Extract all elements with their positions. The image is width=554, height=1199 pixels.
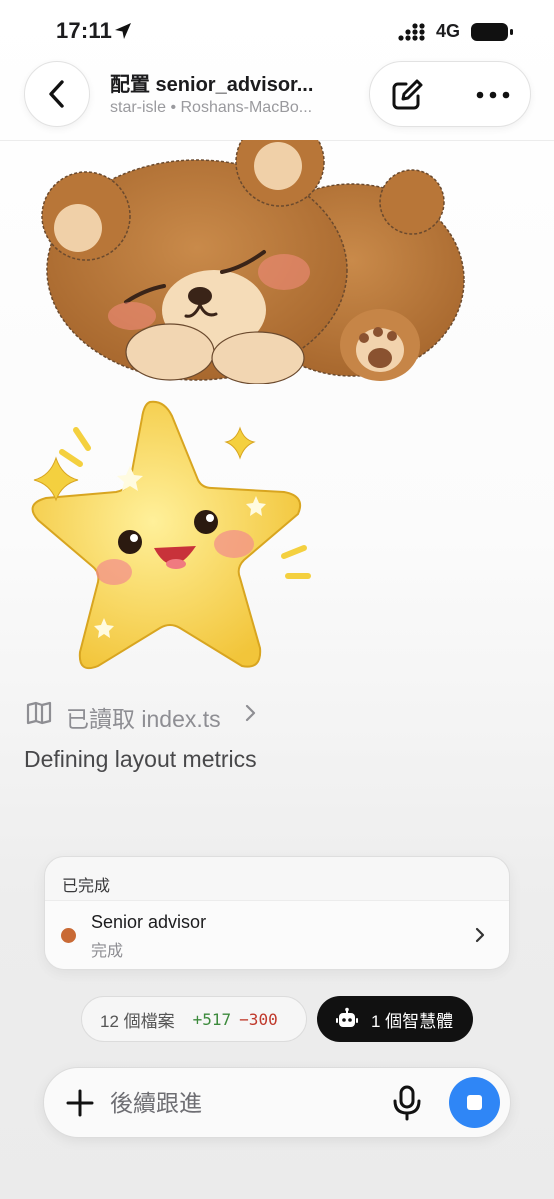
agent-status: 完成: [91, 943, 124, 960]
more-options-button[interactable]: [470, 74, 516, 116]
deletions-count: −300: [239, 1009, 278, 1029]
files-count: 12 個檔案: [100, 1011, 175, 1031]
completion-card-header: 已完成: [62, 878, 111, 895]
book-icon: [26, 701, 52, 725]
page-title: 配置 senior_advisor...: [110, 74, 314, 96]
location-arrow-icon: [115, 23, 131, 39]
additions-count: +517: [192, 1009, 232, 1029]
agent-name: Senior advisor: [91, 912, 207, 932]
changed-files-chip[interactable]: 12 個檔案 +517 −300: [81, 996, 307, 1042]
agent-status-dot: [61, 928, 76, 943]
signal-icon: [398, 23, 425, 41]
chevron-left-icon: [49, 80, 64, 108]
stop-button[interactable]: [449, 1077, 500, 1128]
happy-star-sticker: [31, 400, 311, 670]
chevron-right-icon: [245, 704, 256, 722]
network-type: 4G: [436, 21, 461, 41]
back-button[interactable]: [24, 61, 90, 127]
sleeping-bear-sticker: [41, 140, 465, 384]
chevron-right-icon: [475, 927, 485, 943]
microphone-icon[interactable]: [391, 1085, 423, 1121]
robot-icon: [336, 1007, 358, 1027]
page-subtitle: star-isle • Roshans-MacBo...: [110, 99, 313, 116]
follow-up-input[interactable]: [110, 1080, 370, 1126]
agents-count: 1 個智慧體: [371, 1011, 454, 1031]
stop-square-icon: [467, 1095, 482, 1110]
plus-icon[interactable]: [64, 1087, 96, 1119]
status-message: Defining layout metrics: [24, 746, 257, 772]
battery-icon: [471, 23, 513, 41]
read-file-label[interactable]: 已讀取 index.ts: [66, 700, 221, 734]
ellipsis-icon: [476, 91, 510, 99]
compose-button[interactable]: [386, 74, 428, 116]
pencil-square-icon: [392, 79, 423, 110]
agents-chip[interactable]: 1 個智慧體: [317, 996, 473, 1042]
status-time: 17:11: [56, 18, 113, 43]
